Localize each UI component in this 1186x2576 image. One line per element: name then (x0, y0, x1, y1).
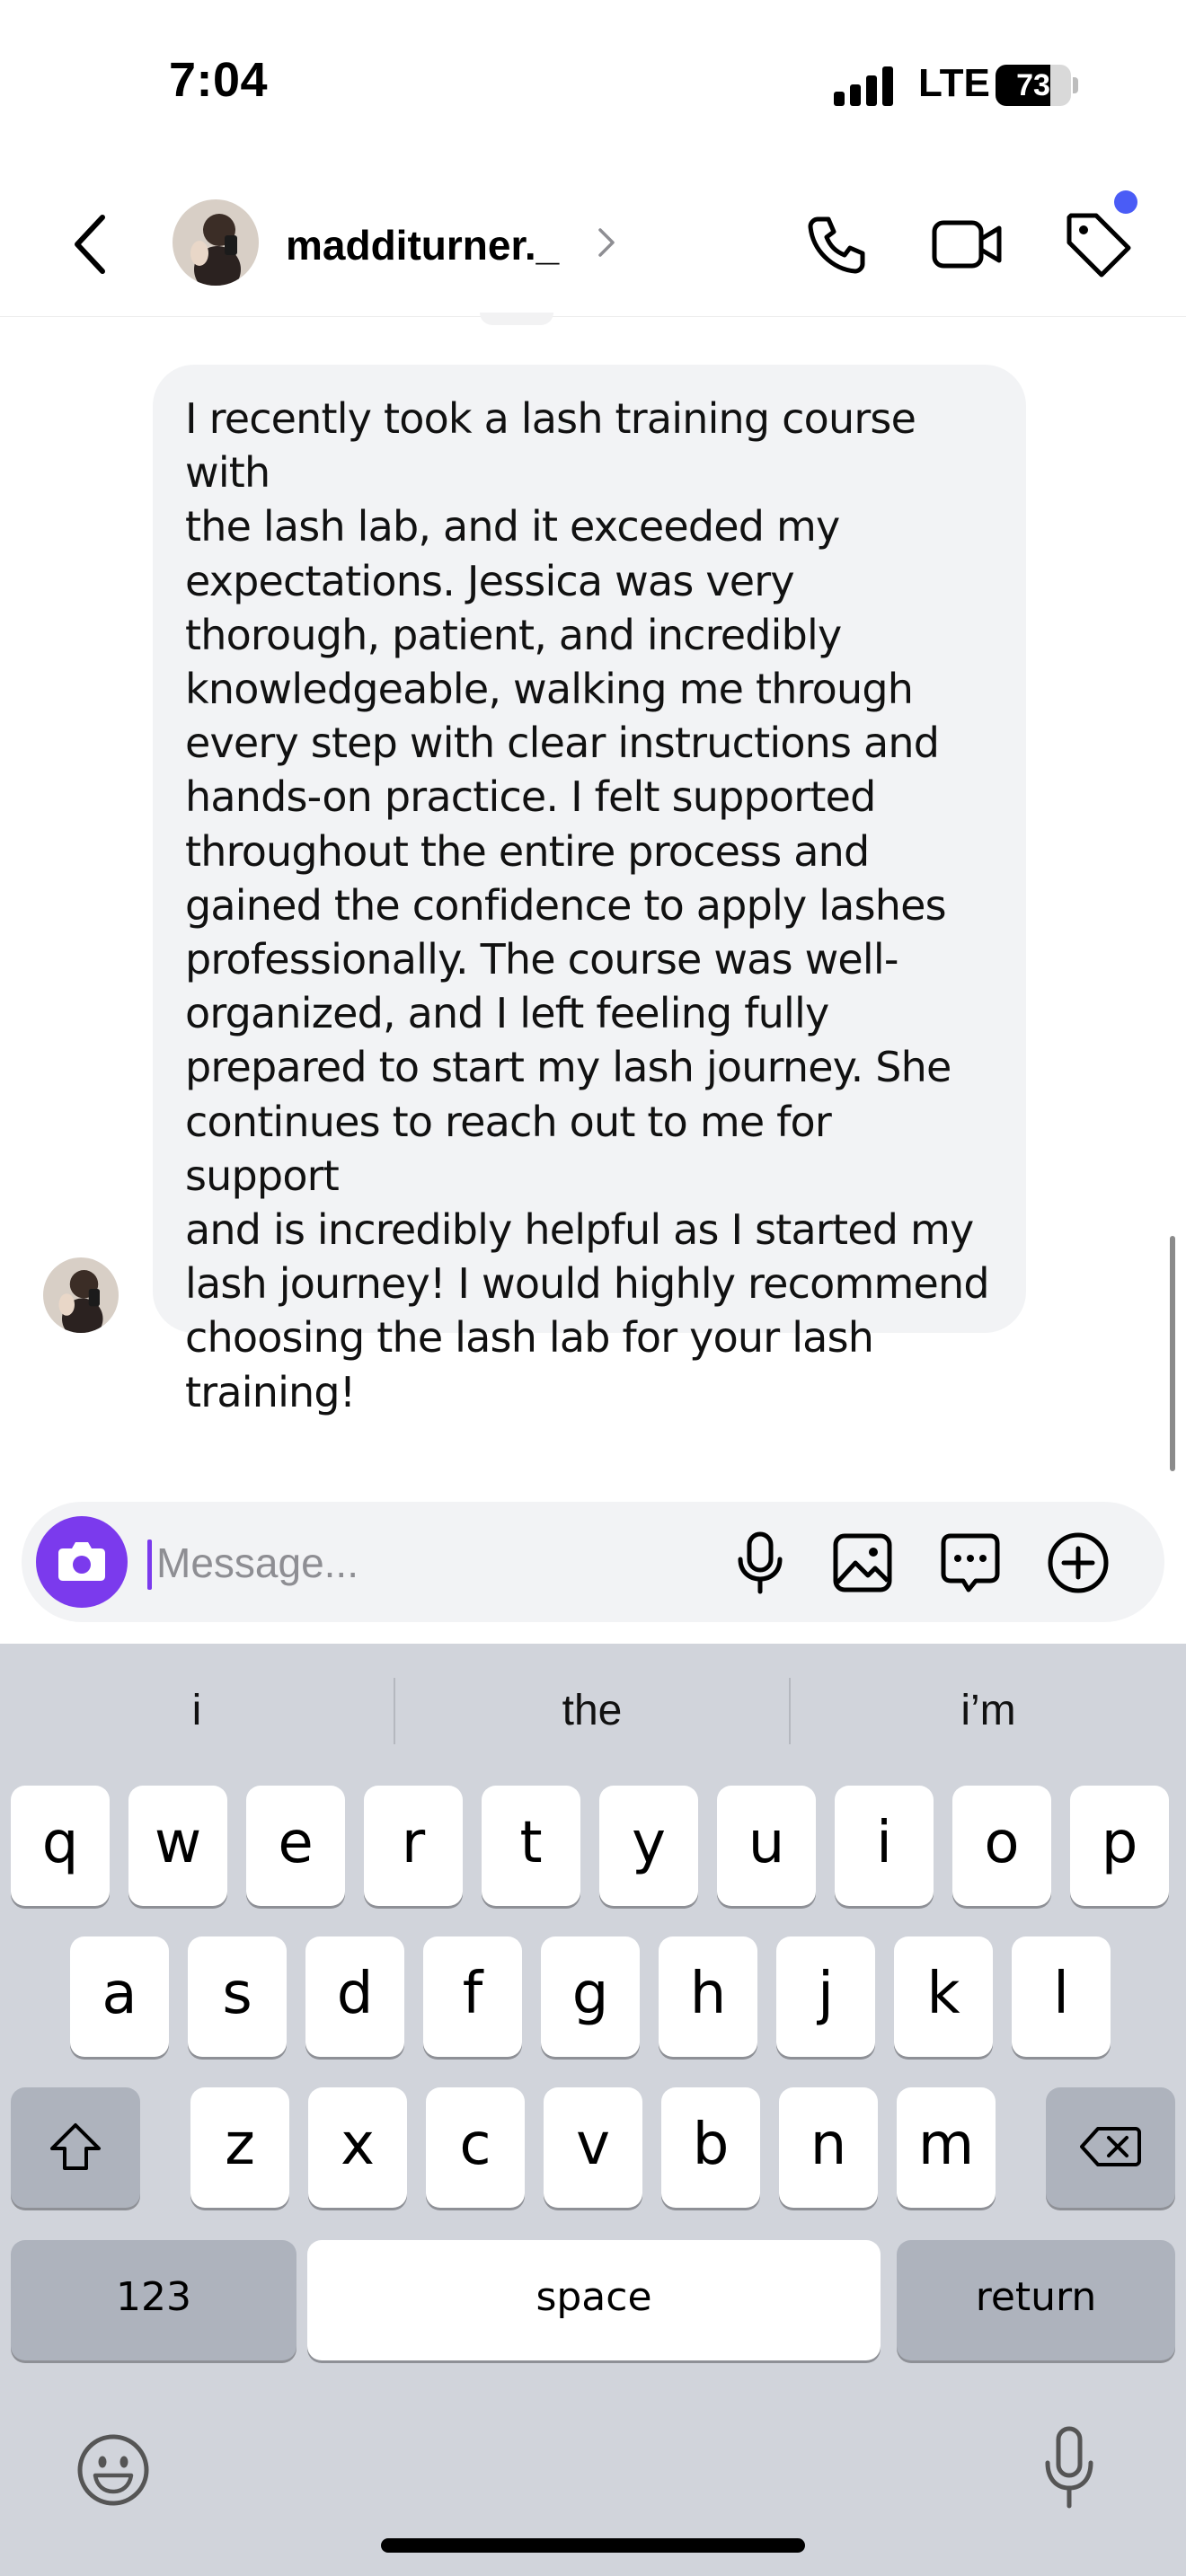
signal-icon (834, 66, 893, 106)
key-i[interactable]: i (835, 1786, 934, 1906)
back-icon[interactable] (70, 212, 110, 277)
key-y[interactable]: y (599, 1786, 698, 1906)
sticker-icon[interactable] (938, 1531, 1003, 1595)
key-q[interactable]: q (11, 1786, 110, 1906)
video-icon[interactable] (931, 216, 1003, 273)
key-h[interactable]: h (659, 1936, 757, 2057)
gallery-icon[interactable] (832, 1532, 893, 1593)
camera-icon (58, 1542, 105, 1581)
key-d[interactable]: d (305, 1936, 404, 2057)
chevron-right-icon[interactable] (597, 226, 616, 259)
camera-button[interactable] (36, 1516, 128, 1608)
key-z[interactable]: z (190, 2087, 289, 2208)
key-j[interactable]: j (776, 1936, 875, 2057)
avatar[interactable] (173, 199, 259, 286)
emoji-icon[interactable] (75, 2432, 151, 2508)
battery-percent: 73 (1016, 68, 1050, 102)
previous-message-edge (480, 313, 553, 325)
backspace-key[interactable] (1046, 2087, 1175, 2208)
backspace-icon (1080, 2127, 1141, 2166)
chat-username[interactable]: madditurner._ (286, 221, 559, 269)
message-input[interactable] (149, 1534, 713, 1592)
network-label: LTE (918, 61, 990, 105)
plus-icon[interactable] (1046, 1531, 1111, 1595)
key-u[interactable]: u (717, 1786, 816, 1906)
suggestion-1[interactable]: i (0, 1680, 394, 1742)
key-e[interactable]: e (246, 1786, 345, 1906)
shift-icon (50, 2123, 101, 2170)
key-b[interactable]: b (661, 2087, 760, 2208)
key-f[interactable]: f (423, 1936, 522, 2057)
key-n[interactable]: n (779, 2087, 878, 2208)
notification-dot (1114, 190, 1137, 214)
key-o[interactable]: o (952, 1786, 1051, 1906)
status-time: 7:04 (169, 53, 269, 107)
home-indicator (381, 2538, 805, 2553)
key-x[interactable]: x (308, 2087, 407, 2208)
key-s[interactable]: s (188, 1936, 287, 2057)
suggestion-3[interactable]: i’m (791, 1680, 1186, 1742)
key-m[interactable]: m (897, 2087, 996, 2208)
message-text: I recently took a lash training course w… (185, 394, 990, 1416)
dictation-mic-icon[interactable] (1042, 2425, 1096, 2511)
message-bubble[interactable]: I recently took a lash training course w… (153, 365, 1026, 1416)
key-p[interactable]: p (1070, 1786, 1169, 1906)
key-r[interactable]: r (364, 1786, 463, 1906)
key-l[interactable]: l (1012, 1936, 1111, 2057)
key-a[interactable]: a (70, 1936, 169, 2057)
suggestion-2[interactable]: the (395, 1680, 789, 1742)
numbers-key[interactable]: 123 (11, 2240, 296, 2360)
space-key[interactable]: space (307, 2240, 881, 2360)
key-t[interactable]: t (482, 1786, 580, 1906)
battery-icon: 73 (996, 65, 1078, 106)
key-w[interactable]: w (128, 1786, 227, 1906)
sender-avatar[interactable] (43, 1257, 119, 1333)
shift-key[interactable] (11, 2087, 140, 2208)
key-k[interactable]: k (894, 1936, 993, 2057)
key-v[interactable]: v (544, 2087, 642, 2208)
mic-icon[interactable] (733, 1531, 787, 1595)
phone-icon[interactable] (805, 212, 870, 277)
scrollbar[interactable] (1170, 1236, 1175, 1471)
tag-icon[interactable] (1062, 208, 1134, 280)
return-key[interactable]: return (897, 2240, 1175, 2360)
key-c[interactable]: c (426, 2087, 525, 2208)
key-g[interactable]: g (541, 1936, 640, 2057)
